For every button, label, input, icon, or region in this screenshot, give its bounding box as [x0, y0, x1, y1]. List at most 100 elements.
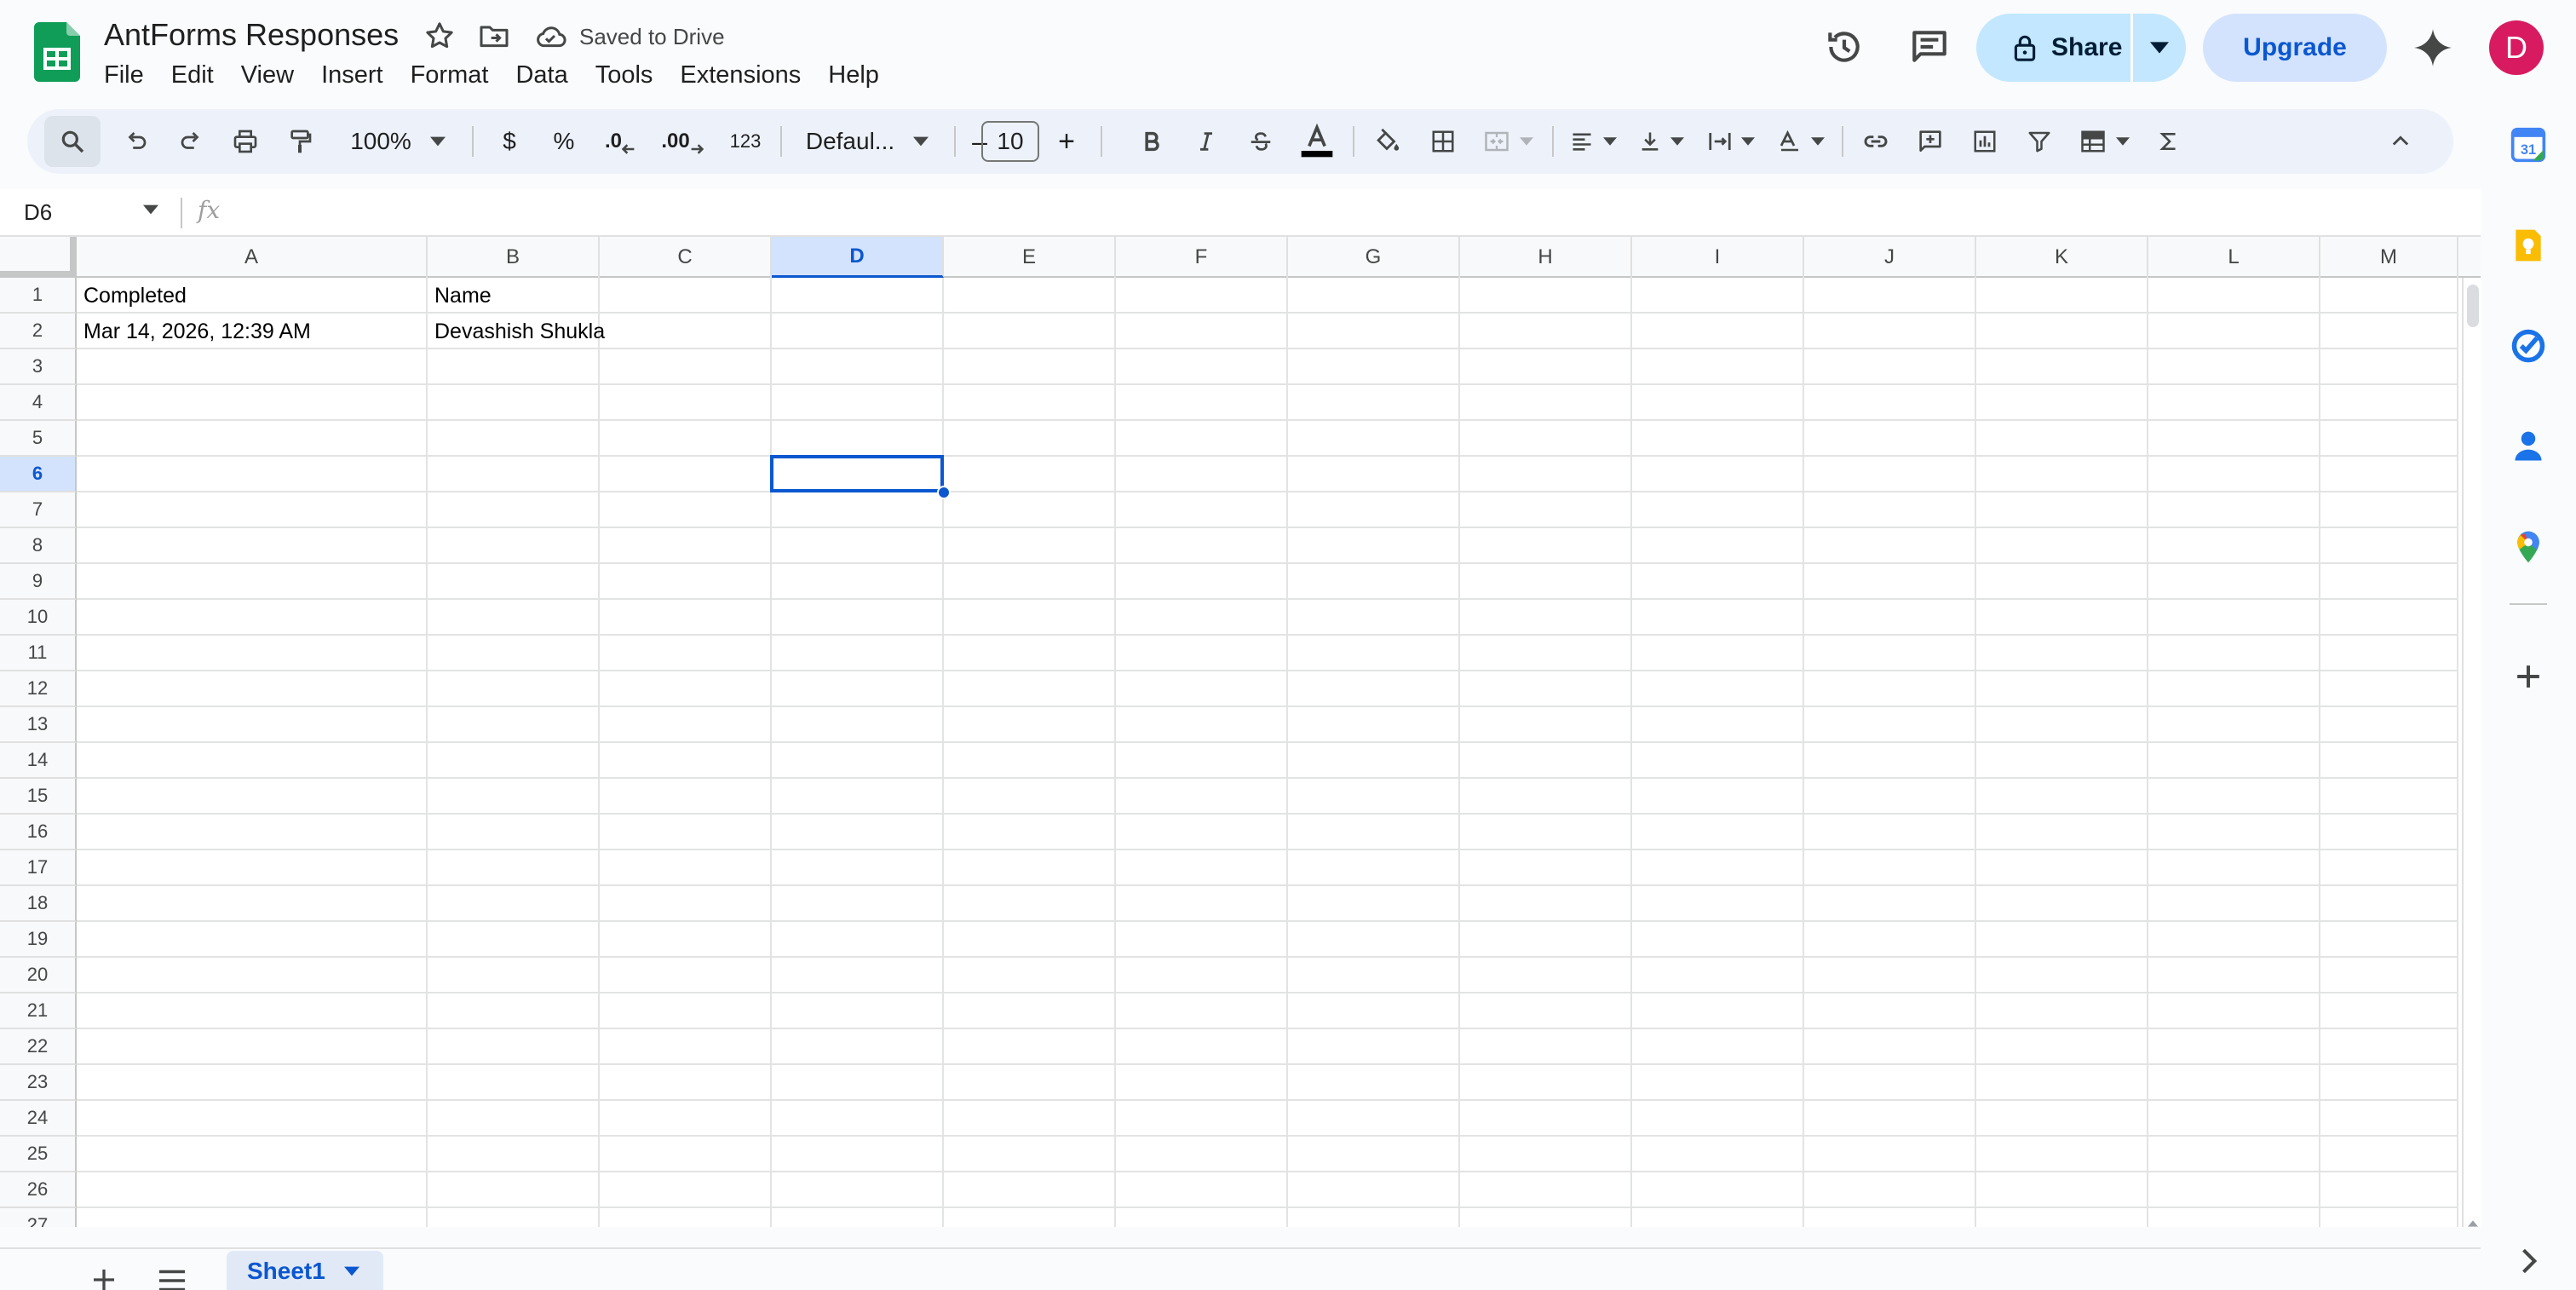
column-header-m[interactable]: M	[2320, 237, 2458, 278]
column-header-f[interactable]: F	[1116, 237, 1288, 278]
format-percent-button[interactable]: %	[538, 109, 589, 174]
document-title[interactable]: AntForms Responses	[104, 17, 399, 53]
menu-extensions[interactable]: Extensions	[680, 60, 801, 94]
row-header-27[interactable]: 27	[0, 1208, 77, 1227]
all-sheets-menu-icon[interactable]	[157, 1268, 187, 1290]
more-formats-button[interactable]: 123	[717, 109, 773, 174]
text-color-button[interactable]	[1290, 109, 1344, 174]
font-select[interactable]: Defaul...	[791, 109, 944, 174]
column-header-a[interactable]: A	[77, 237, 428, 278]
cell-a2[interactable]: Mar 14, 2026, 12:39 AM	[83, 314, 311, 349]
zoom-select[interactable]: 100%	[334, 109, 462, 174]
borders-button[interactable]	[1417, 109, 1469, 174]
row-header-22[interactable]: 22	[0, 1029, 77, 1065]
row-header-12[interactable]: 12	[0, 671, 77, 707]
caret-down-icon[interactable]	[143, 204, 158, 215]
move-to-folder-icon[interactable]	[477, 19, 511, 53]
increase-decimal-button[interactable]: .00	[651, 109, 714, 174]
menu-file[interactable]: File	[104, 60, 144, 94]
bold-button[interactable]	[1126, 109, 1177, 174]
spreadsheet-grid[interactable]: ABCDEFGHIJKLM 1 2 3 4 5 6 7 8 9 10 11 12 13 14 15 16 17 1…	[0, 237, 2481, 1227]
row-header-7[interactable]: 7	[0, 492, 77, 528]
menu-data[interactable]: Data	[515, 60, 567, 94]
keep-notes-icon[interactable]	[2510, 227, 2547, 264]
create-filter-button[interactable]	[2014, 109, 2065, 174]
sheet-tab-sheet1[interactable]: Sheet1	[227, 1251, 383, 1290]
column-header-d[interactable]: D	[772, 237, 944, 278]
row-header-25[interactable]: 25	[0, 1137, 77, 1172]
row-header-14[interactable]: 14	[0, 743, 77, 779]
menu-help[interactable]: Help	[828, 60, 879, 94]
menu-edit[interactable]: Edit	[171, 60, 214, 94]
column-header-j[interactable]: J	[1804, 237, 1976, 278]
column-header-g[interactable]: G	[1288, 237, 1460, 278]
row-header-8[interactable]: 8	[0, 528, 77, 564]
merge-cells-button[interactable]	[1472, 109, 1544, 174]
account-avatar[interactable]: D	[2489, 20, 2544, 75]
calendar-icon[interactable]: 31	[2510, 126, 2547, 164]
horizontal-align-button[interactable]	[1561, 109, 1625, 174]
comments-icon[interactable]	[1908, 26, 1951, 68]
paint-format-button[interactable]	[274, 109, 325, 174]
vertical-scroll-thumb[interactable]	[2467, 285, 2479, 327]
star-icon[interactable]	[423, 19, 457, 53]
chevron-right-icon[interactable]	[2510, 1242, 2547, 1280]
italic-button[interactable]	[1181, 109, 1232, 174]
share-options-dropdown[interactable]	[2133, 14, 2186, 82]
row-header-16[interactable]: 16	[0, 815, 77, 850]
search-menus-button[interactable]	[44, 116, 101, 167]
upgrade-button[interactable]: Upgrade	[2203, 14, 2387, 82]
row-header-21[interactable]: 21	[0, 993, 77, 1029]
collapse-toolbar-button[interactable]	[2375, 109, 2426, 174]
contacts-icon[interactable]	[2510, 428, 2547, 465]
text-wrapping-button[interactable]	[1699, 109, 1763, 174]
cell-a1[interactable]: Completed	[83, 278, 187, 314]
format-currency-button[interactable]: $	[484, 109, 535, 174]
menu-format[interactable]: Format	[411, 60, 489, 94]
fill-handle[interactable]	[937, 486, 951, 499]
caret-down-icon[interactable]	[343, 1266, 359, 1276]
formula-input[interactable]	[247, 196, 2462, 230]
vertical-scrollbar[interactable]	[2462, 278, 2481, 1227]
text-rotation-button[interactable]	[1768, 109, 1833, 174]
menu-tools[interactable]: Tools	[595, 60, 653, 94]
row-header-4[interactable]: 4	[0, 385, 77, 421]
selected-cell[interactable]	[770, 455, 944, 492]
strikethrough-button[interactable]	[1235, 109, 1286, 174]
column-header-h[interactable]: H	[1460, 237, 1632, 278]
row-header-23[interactable]: 23	[0, 1065, 77, 1101]
insert-chart-button[interactable]	[1959, 109, 2010, 174]
row-header-19[interactable]: 19	[0, 922, 77, 958]
print-button[interactable]	[220, 109, 271, 174]
redo-button[interactable]	[165, 109, 216, 174]
gemini-sparkle-icon[interactable]	[2412, 27, 2453, 68]
name-box[interactable]: D6	[24, 199, 52, 226]
column-header-e[interactable]: E	[944, 237, 1116, 278]
add-sheet-icon[interactable]	[89, 1264, 119, 1290]
column-header-i[interactable]: I	[1632, 237, 1804, 278]
menu-insert[interactable]: Insert	[321, 60, 383, 94]
row-header-10[interactable]: 10	[0, 600, 77, 636]
row-header-1[interactable]: 1	[0, 278, 77, 314]
vertical-align-button[interactable]	[1629, 109, 1693, 174]
horizontal-scrollbar[interactable]	[77, 1225, 2462, 1227]
sheets-logo-icon[interactable]	[34, 22, 80, 82]
column-header-c[interactable]: C	[600, 237, 772, 278]
scroll-up-arrow-icon[interactable]	[2468, 1220, 2478, 1227]
get-add-ons-plus-icon[interactable]	[2510, 658, 2547, 695]
functions-button[interactable]	[2143, 109, 2194, 174]
select-all-corner[interactable]	[0, 237, 77, 278]
row-header-5[interactable]: 5	[0, 421, 77, 457]
undo-button[interactable]	[111, 109, 162, 174]
row-header-2[interactable]: 2	[0, 314, 77, 349]
row-header-24[interactable]: 24	[0, 1101, 77, 1137]
row-header-17[interactable]: 17	[0, 850, 77, 886]
share-button[interactable]: Share	[1976, 14, 2130, 82]
cloud-saved-icon[interactable]	[533, 20, 567, 51]
column-header-l[interactable]: L	[2148, 237, 2320, 278]
row-header-13[interactable]: 13	[0, 707, 77, 743]
row-header-9[interactable]: 9	[0, 564, 77, 600]
cell-b1[interactable]: Name	[434, 278, 492, 314]
column-header-k[interactable]: K	[1976, 237, 2148, 278]
maps-icon[interactable]	[2510, 528, 2547, 566]
